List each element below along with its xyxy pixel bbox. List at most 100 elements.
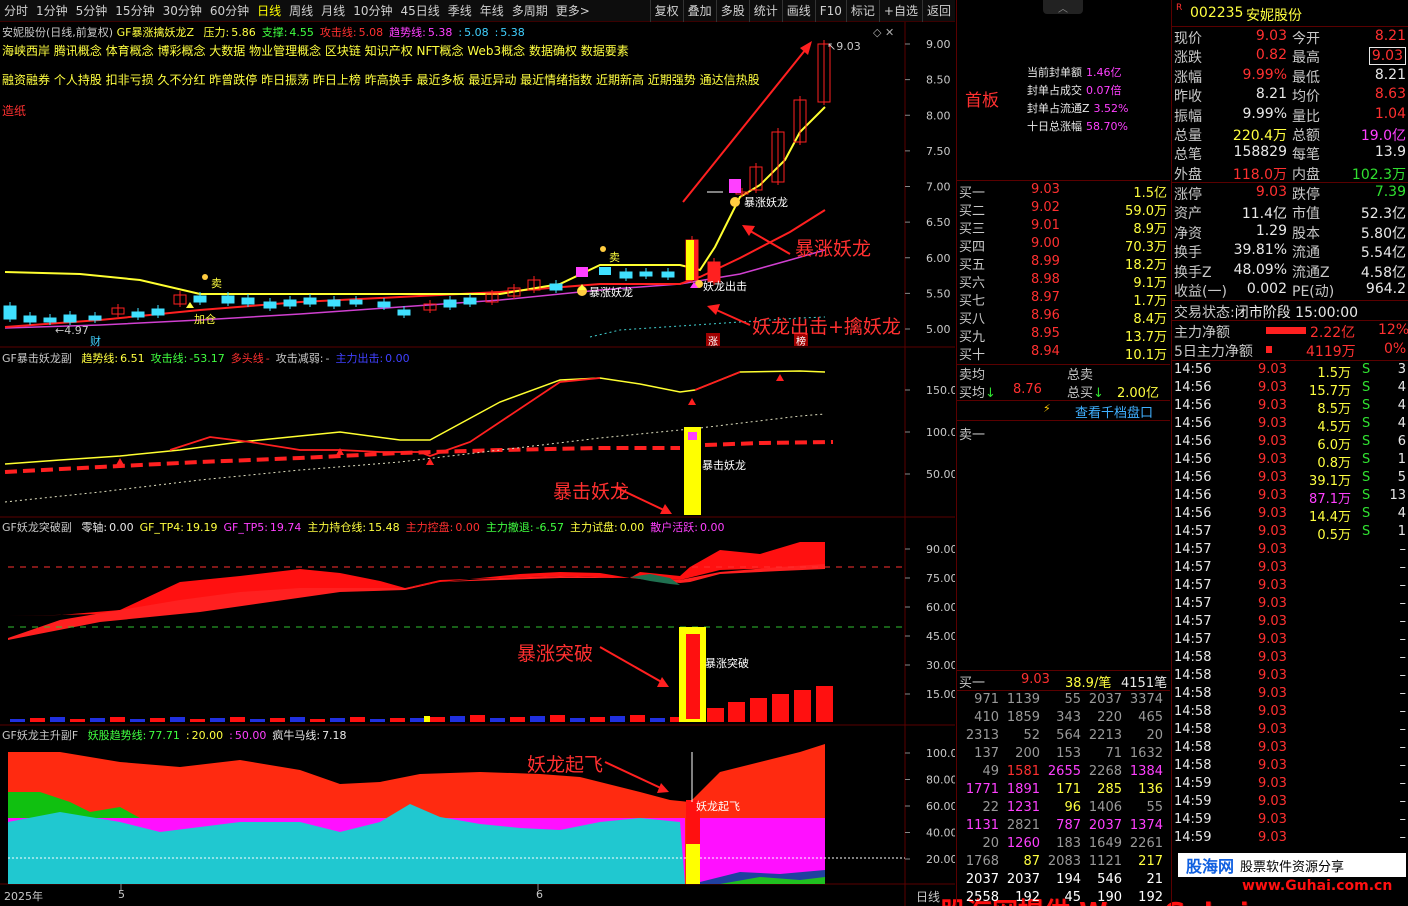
indicator-param: 主力控盘: 0.00	[406, 521, 480, 534]
indicator-param-value: 5.38	[500, 26, 525, 39]
indicator-param-label: 疯牛马线:	[272, 729, 321, 742]
panel-rise	[8, 744, 905, 884]
toolbar-action-button[interactable]: 标记	[845, 0, 879, 22]
seal-label: 封单占流通Z	[1027, 102, 1090, 115]
period-tab[interactable]: 15分钟	[111, 0, 158, 22]
period-tab[interactable]: 月线	[317, 0, 349, 22]
tick-row: 14:56 9.03 87.1万 S 13	[1172, 488, 1408, 507]
indicator-param-label: GF_TP4:	[139, 521, 184, 534]
breakout-bar	[686, 240, 694, 280]
main-net5-bar	[1266, 346, 1272, 353]
quote-value: 7.39	[1374, 184, 1406, 200]
rise-bar-low	[686, 844, 700, 884]
period-tab[interactable]: 季线	[444, 0, 476, 22]
tick-row: 14:57 9.03 0.5万 S 1	[1172, 524, 1408, 543]
tick-row: 14:56 9.03 8.5万 S 4	[1172, 398, 1408, 417]
panel3-title: GF妖龙突破副 零轴: 0.00 GF_TP4: 19.19 GF_TP5: 19.74 主…	[2, 519, 724, 535]
up-arrow-icon	[336, 448, 344, 455]
period-tab[interactable]: 5分钟	[72, 0, 112, 22]
tick-time: 14:59	[1174, 830, 1212, 845]
queue-cell: 1771	[965, 782, 999, 797]
tick-price: 9.03	[1258, 578, 1287, 593]
tick-side: S	[1362, 506, 1371, 521]
candle-body	[619, 271, 633, 279]
bid-price: 9.02	[1031, 200, 1060, 215]
quote-value: 4.58亿	[1360, 264, 1406, 281]
period-tab[interactable]: 60分钟	[206, 0, 253, 22]
volume-bar	[370, 719, 385, 722]
tick-count: –	[1399, 578, 1407, 593]
period-tab[interactable]: 年线	[476, 0, 508, 22]
queue-row: 22 1231 96 1406 55	[957, 800, 1171, 818]
period-tab[interactable]: 30分钟	[159, 0, 206, 22]
period-tab[interactable]: 45日线	[396, 0, 443, 22]
period-tab[interactable]: 10分钟	[349, 0, 396, 22]
tick-time: 14:57	[1174, 560, 1212, 575]
quote-label: 每笔	[1292, 147, 1320, 164]
chart-area[interactable]: 9.00 8.50 8.00 7.50 7.00 6.50 6.00 5.50 5.00 150.…	[0, 22, 1363, 906]
add-position-label: 加仓	[194, 313, 216, 326]
fund-rows: 涨停 9.03 跌停 7.39 资产 11.4亿 市值 52.3亿 净资 1.29 股本 5.80亿换…	[1172, 184, 1408, 300]
period-tab[interactable]: 1分钟	[32, 0, 72, 22]
indicator-param: GF_TP5: 19.74	[224, 521, 302, 534]
bid-label: 买三	[959, 222, 986, 237]
tick-row: 14:57 9.03 –	[1172, 614, 1408, 632]
queue-row: 2037 2037 194 546 21	[957, 872, 1171, 890]
quote-value: 8.63	[1374, 86, 1406, 103]
period-tab[interactable]: 分时	[0, 0, 32, 22]
panel-controls[interactable]: ◇ ✕	[873, 26, 894, 39]
quote-value: 9.99%	[1242, 105, 1287, 122]
queue-cell: 1891	[1006, 782, 1040, 797]
volume-bar	[450, 716, 465, 722]
queue-cell: 200	[1015, 746, 1040, 761]
panel3-name: GF妖龙突破副	[2, 521, 72, 534]
indicator-param: 趋势线: 6.51	[81, 352, 144, 365]
volume-bar	[470, 715, 485, 722]
tick-volume: 0.8万	[1317, 456, 1351, 471]
tick-row: 14:56 9.03 6.0万 S 6	[1172, 434, 1408, 453]
period-tab[interactable]: 日线	[253, 0, 285, 22]
tick-time: 14:58	[1174, 722, 1212, 737]
tick-price: 9.03	[1258, 398, 1287, 413]
period-tab[interactable]: 多周期	[508, 0, 552, 22]
bid-price: 8.98	[1031, 272, 1060, 287]
period-tab[interactable]: 更多>	[552, 0, 594, 22]
quote-label: 均价	[1292, 89, 1320, 106]
annotation-arrowhead	[707, 304, 720, 315]
tick-row: 14:57 9.03 –	[1172, 632, 1408, 650]
total-sell-label: 总卖	[1067, 368, 1094, 383]
tick-row: 14:56 9.03 39.1万 S 5	[1172, 470, 1408, 489]
tick-time: 14:59	[1174, 794, 1212, 809]
yaxis-label: 5.50	[926, 287, 951, 300]
xaxis-period[interactable]: 日线	[916, 888, 940, 905]
toolbar-action-button[interactable]: 统计	[748, 0, 782, 22]
volume-bar	[150, 718, 165, 722]
panel2-bar-label: 暴击妖龙	[702, 459, 746, 472]
panel3-annotation: 暴涨突破	[517, 643, 594, 665]
queue-cell: 2037	[1006, 872, 1040, 887]
volume-bar	[750, 698, 767, 722]
indicator-param: 主力试盘: 0.00	[570, 521, 644, 534]
quote-label: 资产	[1174, 206, 1202, 223]
toolbar-action-button[interactable]: 多股	[715, 0, 749, 22]
bid-price: 8.97	[1031, 290, 1060, 305]
tick-side: S	[1362, 434, 1371, 449]
toolbar-action-button[interactable]: 复权	[649, 0, 683, 22]
indicator-param-value: -6.57	[535, 521, 565, 534]
collapse-handle[interactable]: ︿	[1043, 0, 1083, 15]
toolbar-action-button[interactable]: 返回	[921, 0, 955, 22]
toolbar-action-button[interactable]: 画线	[781, 0, 815, 22]
bid-price: 8.96	[1031, 308, 1060, 323]
toolbar-action-button[interactable]: 叠加	[682, 0, 716, 22]
tick-price: 9.03	[1258, 380, 1287, 395]
toolbar-action-button[interactable]: F10	[814, 0, 846, 22]
period-tab[interactable]: 周线	[285, 0, 317, 22]
lightning-icon: ⚡	[1043, 402, 1051, 415]
queue-cell: 1121	[1088, 854, 1122, 869]
tick-time: 14:56	[1174, 470, 1212, 485]
quote-label: 涨幅	[1174, 69, 1202, 86]
tick-count: 4	[1397, 380, 1406, 395]
view-10-levels-link[interactable]: 查看千档盘口	[1075, 402, 1153, 421]
tick-side: S	[1362, 380, 1371, 395]
toolbar-action-button[interactable]: +自选	[878, 0, 922, 22]
